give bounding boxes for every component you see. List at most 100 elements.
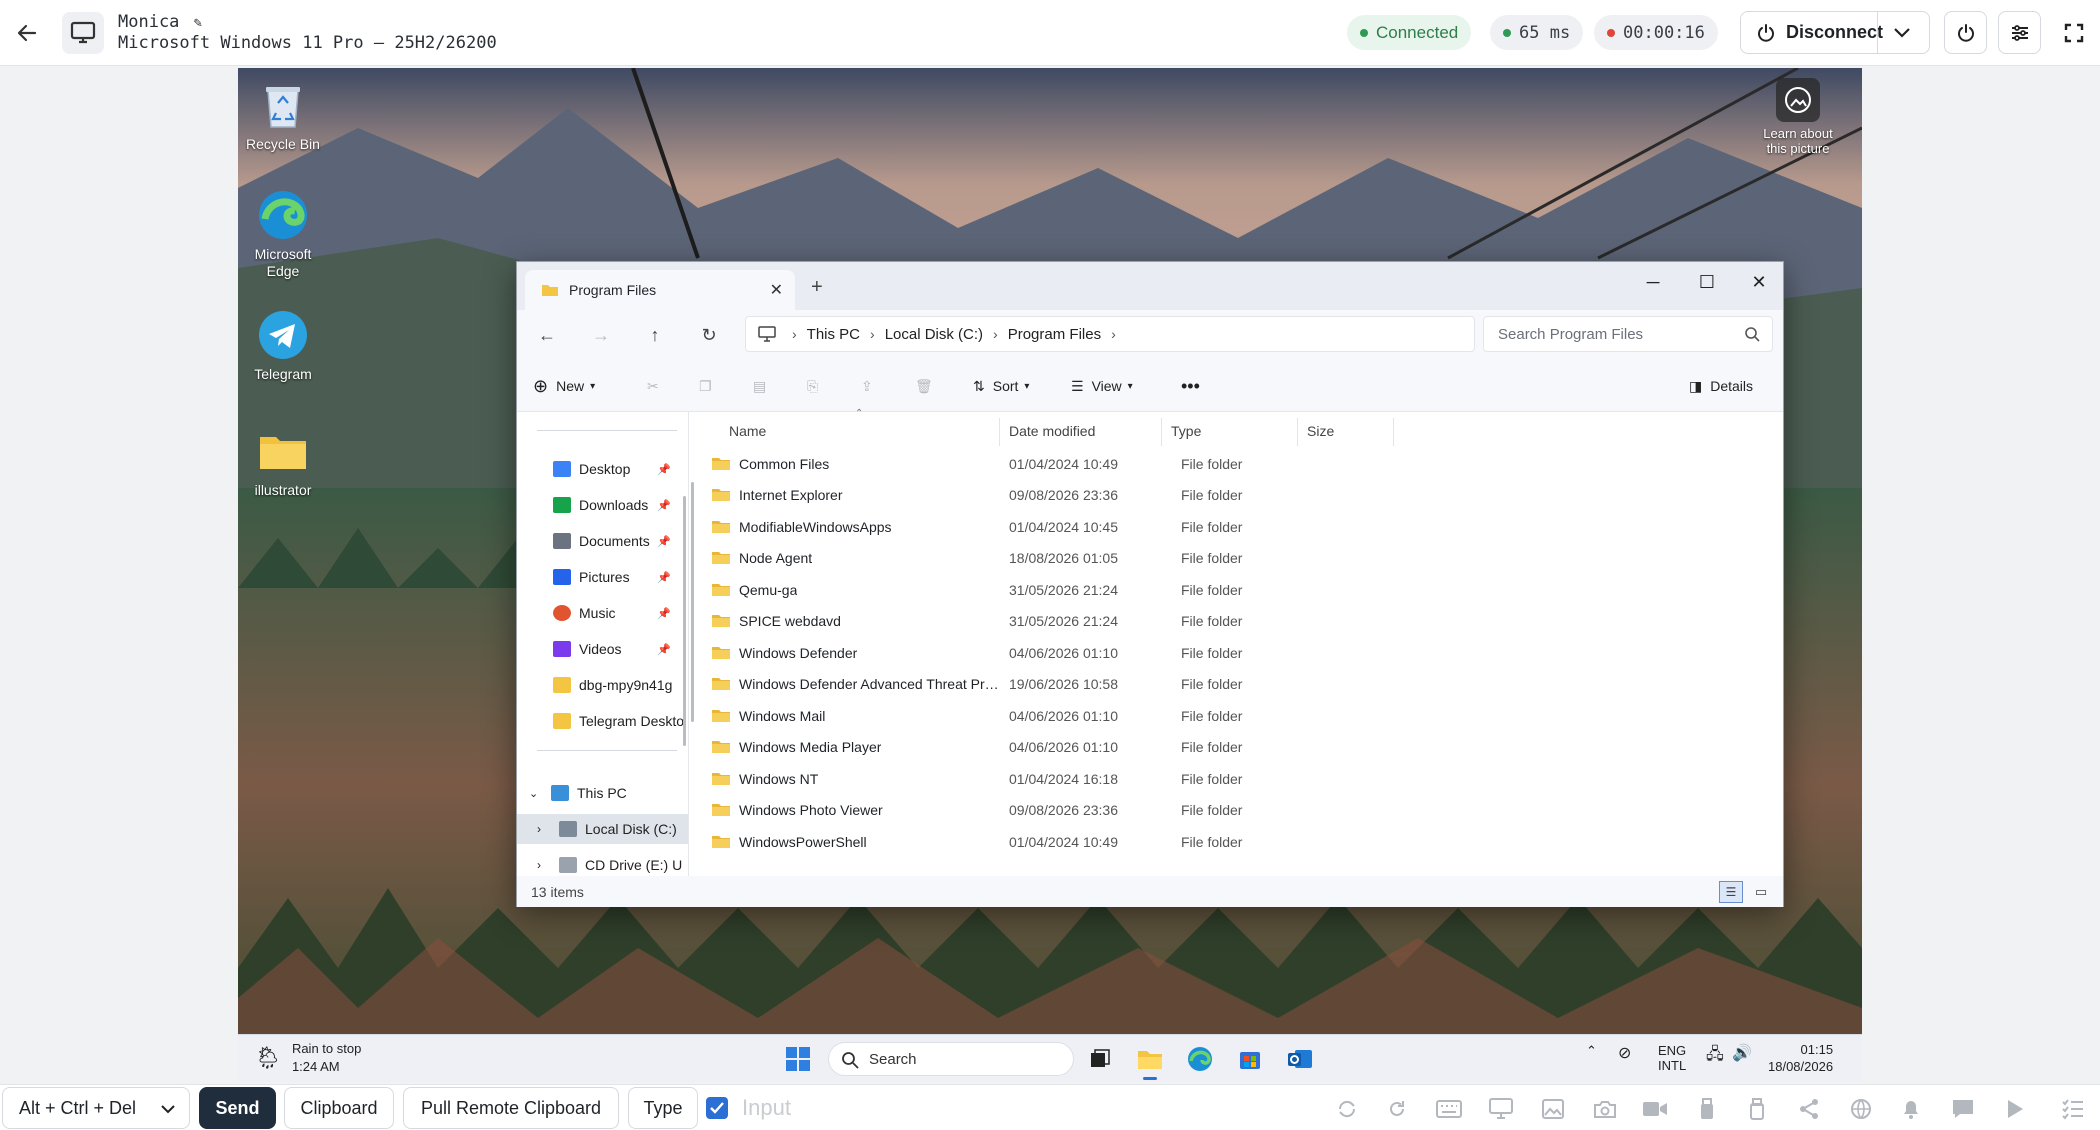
refresh-icon[interactable]: ↻ — [693, 320, 725, 350]
edit-pencil-icon[interactable]: ✎ — [194, 15, 202, 31]
remote-desktop[interactable]: Recycle Bin Microsoft Edge Telegram illu… — [238, 68, 1862, 1082]
usb-drive-icon[interactable] — [1744, 1097, 1770, 1121]
tiles-view-icon[interactable]: ▭ — [1749, 881, 1773, 903]
table-row[interactable]: Windows Defender 04/06/2026 01:10 File fol… — [691, 637, 1391, 668]
type-input[interactable]: Input — [742, 1095, 791, 1121]
chevron-right-icon[interactable]: › — [537, 858, 559, 872]
sidebar-item-downloads[interactable]: Downloads 📌 — [517, 490, 688, 520]
store-taskbar-icon[interactable] — [1234, 1043, 1266, 1075]
table-row[interactable]: ModifiableWindowsApps 01/04/2024 10:45 Fil… — [691, 511, 1391, 542]
display-icon[interactable] — [1488, 1097, 1514, 1121]
breadcrumb-program-files[interactable]: Program Files — [1008, 326, 1101, 343]
column-header-type[interactable]: Type — [1171, 416, 1201, 446]
desktop-icon-telegram[interactable]: Telegram — [238, 308, 328, 382]
tree-item-cd-drive[interactable]: › CD Drive (E:) U — [517, 850, 688, 876]
type-button[interactable]: Type — [628, 1087, 698, 1129]
learn-about-picture[interactable]: Learn about this picture — [1758, 78, 1838, 156]
back-button[interactable] — [10, 16, 44, 50]
camera-icon[interactable] — [1592, 1097, 1618, 1121]
table-row[interactable]: Windows Photo Viewer 09/08/2026 23:36 File… — [691, 795, 1391, 826]
breadcrumb-local-disk[interactable]: Local Disk (C:) — [885, 326, 983, 343]
weather-widget[interactable]: 🌦 Rain to stop 1:24 AM — [254, 1041, 361, 1074]
sidebar-item-telegram-desktop[interactable]: Telegram Deskto — [517, 706, 688, 736]
new-tab-button[interactable]: + — [811, 276, 823, 299]
table-row[interactable]: Windows Media Player 04/06/2026 01:10 File… — [691, 732, 1391, 763]
close-tab-icon[interactable]: ✕ — [770, 280, 783, 300]
chevron-down-icon[interactable]: ⌄ — [529, 787, 551, 800]
play-icon[interactable] — [2002, 1097, 2028, 1121]
tab-program-files[interactable]: Program Files ✕ — [525, 270, 795, 310]
usb-icon[interactable] — [1694, 1097, 1720, 1121]
bell-icon[interactable] — [1898, 1097, 1924, 1121]
file-explorer-taskbar-icon[interactable] — [1134, 1043, 1166, 1080]
table-row[interactable]: Qemu-ga 31/05/2026 21:24 File folder — [691, 574, 1391, 605]
sync-icon[interactable] — [1334, 1097, 1360, 1121]
table-row[interactable]: SPICE webdavd 31/05/2026 21:24 File folder — [691, 606, 1391, 637]
explorer-search-input[interactable]: Search Program Files — [1483, 316, 1773, 352]
fullscreen-button[interactable] — [2052, 11, 2095, 54]
type-enabled-checkbox[interactable] — [706, 1097, 728, 1119]
navigation-pane[interactable]: Desktop 📌 Downloads 📌 Documents 📌 Pictur… — [517, 412, 689, 876]
taskbar-search[interactable]: Search — [828, 1042, 1074, 1076]
task-view-icon[interactable] — [1084, 1043, 1116, 1075]
sidebar-item-documents[interactable]: Documents 📌 — [517, 526, 688, 556]
details-pane-button[interactable]: ◨ Details — [1689, 372, 1753, 400]
paste-icon[interactable]: ▤ — [753, 372, 766, 400]
video-icon[interactable] — [1642, 1097, 1668, 1121]
send-button[interactable]: Send — [199, 1087, 276, 1129]
key-combo-select[interactable]: Alt + Ctrl + Del — [2, 1087, 190, 1129]
table-row[interactable]: Node Agent 18/08/2026 01:05 File folder — [691, 543, 1391, 574]
table-row[interactable]: Internet Explorer 09/08/2026 23:36 File fo… — [691, 480, 1391, 511]
sidebar-item-desktop[interactable]: Desktop 📌 — [517, 454, 688, 484]
sort-button[interactable]: ⇅ Sort ▾ — [973, 372, 1029, 400]
delete-icon[interactable]: 🗑 — [915, 372, 933, 400]
network-icon[interactable]: 🖧 — [1706, 1043, 1724, 1070]
address-bar[interactable]: › This PC › Local Disk (C:) › Program Fi… — [745, 316, 1475, 352]
chat-icon[interactable] — [1950, 1097, 1976, 1121]
nav-scrollbar[interactable] — [683, 496, 686, 746]
column-header-size[interactable]: Size — [1307, 416, 1334, 446]
sidebar-item-music[interactable]: Music 📌 — [517, 598, 688, 628]
breadcrumb-this-pc[interactable]: This PC — [807, 326, 860, 343]
settings-sliders-button[interactable] — [1998, 11, 2041, 54]
more-options-icon[interactable]: ••• — [1181, 372, 1200, 400]
checklist-icon[interactable] — [2060, 1097, 2086, 1121]
sidebar-item-pictures[interactable]: Pictures 📌 — [517, 562, 688, 592]
disconnect-button[interactable]: Disconnect — [1740, 11, 1930, 54]
share-icon[interactable]: ⇪ — [861, 372, 873, 400]
copy-icon[interactable]: ❐ — [699, 372, 712, 400]
table-row[interactable]: Windows NT 01/04/2024 16:18 File folder — [691, 763, 1391, 794]
new-button[interactable]: ⊕ New ▾ — [533, 372, 595, 400]
outlook-taskbar-icon[interactable] — [1284, 1043, 1316, 1075]
table-row[interactable]: Windows Defender Advanced Threat Pro... 1… — [691, 669, 1391, 700]
tree-item-local-disk[interactable]: › Local Disk (C:) — [517, 814, 688, 844]
desktop-icon-recycle-bin[interactable]: Recycle Bin — [238, 78, 328, 152]
column-header-name[interactable]: Name — [729, 416, 766, 446]
power-button[interactable] — [1944, 11, 1987, 54]
close-window-button[interactable]: ✕ — [1733, 266, 1785, 298]
rename-icon[interactable]: ⎘ — [807, 372, 818, 400]
details-view-icon[interactable]: ☰ — [1719, 881, 1743, 903]
share-icon[interactable] — [1796, 1097, 1822, 1121]
chevron-down-icon[interactable] — [1893, 27, 1911, 39]
globe-icon[interactable] — [1848, 1097, 1874, 1121]
keyboard-icon[interactable] — [1436, 1097, 1462, 1121]
table-row[interactable]: Windows Mail 04/06/2026 01:10 File folder — [691, 700, 1391, 731]
clipboard-button[interactable]: Clipboard — [284, 1087, 394, 1129]
sync-off-icon[interactable]: ⊘ — [1618, 1043, 1631, 1063]
volume-icon[interactable]: 🔊 — [1732, 1043, 1752, 1063]
chevron-right-icon[interactable]: › — [1111, 326, 1116, 342]
minimize-button[interactable]: ─ — [1627, 266, 1679, 298]
tree-item-this-pc[interactable]: ⌄ This PC — [517, 778, 688, 808]
back-arrow-icon[interactable]: ← — [531, 320, 563, 350]
edge-taskbar-icon[interactable] — [1184, 1043, 1216, 1075]
desktop-icon-illustrator[interactable]: illustrator — [238, 424, 328, 498]
maximize-button[interactable]: ☐ — [1681, 266, 1733, 298]
redo-icon[interactable] — [1384, 1097, 1410, 1121]
start-button[interactable] — [782, 1043, 814, 1075]
table-row[interactable]: Common Files 01/04/2024 10:49 File folder — [691, 448, 1391, 479]
desktop-icon-microsoft-edge[interactable]: Microsoft Edge — [238, 188, 328, 280]
forward-arrow-icon[interactable]: → — [585, 320, 617, 350]
file-list[interactable]: ⌃ Name Date modified Type Size Common Fi… — [691, 408, 1783, 876]
taskbar-clock[interactable]: 01:15 18/08/2026 — [1768, 1041, 1833, 1075]
